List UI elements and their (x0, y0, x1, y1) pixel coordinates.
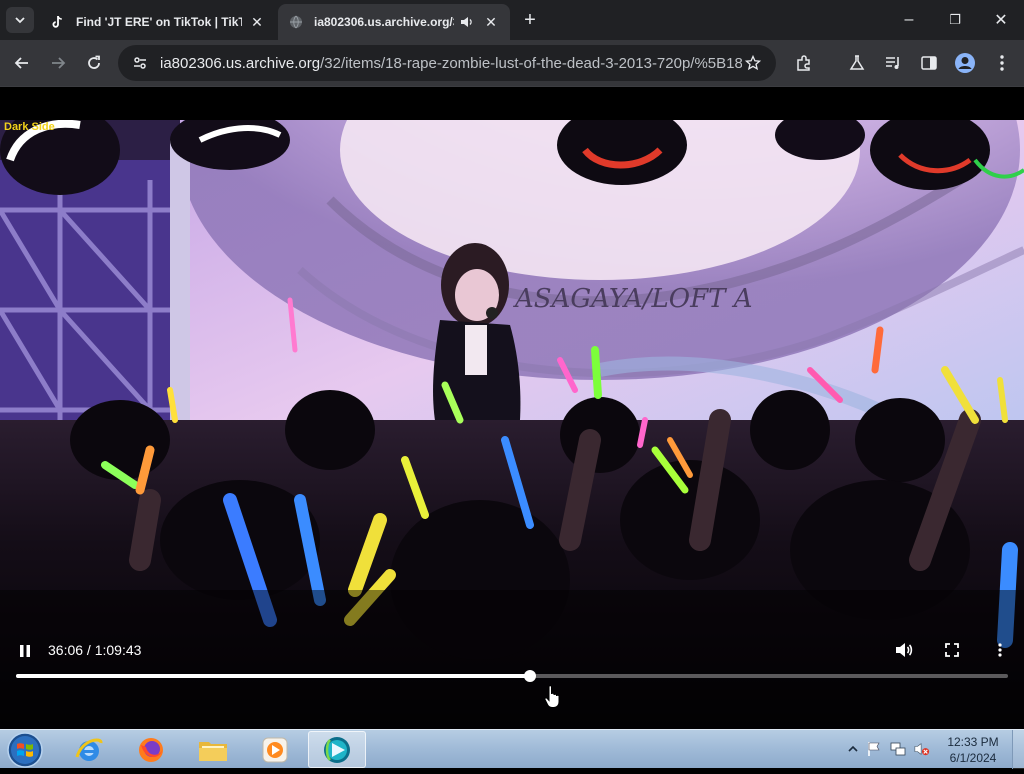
taskbar-media-player[interactable] (246, 731, 304, 768)
browser-toolbar: ia802306.us.archive.org/32/items/18-rape… (0, 40, 1024, 86)
video-page: ASAGAYA/LOFT A Dark Side 36:06 / 1:09:43 (0, 87, 1024, 729)
profile-avatar-icon[interactable] (953, 51, 977, 75)
fullscreen-icon (945, 643, 959, 657)
bookmark-star-icon[interactable] (742, 52, 764, 74)
seek-bar-played (16, 674, 530, 678)
media-control-icon[interactable] (881, 51, 905, 75)
volume-muted-icon[interactable] (914, 741, 930, 757)
extensions-icon[interactable] (792, 51, 816, 75)
hand-cursor-icon (544, 685, 562, 714)
tab-strip: Find 'JT ERE' on TikTok | TikTok ✕ ia802… (0, 0, 1024, 40)
globe-icon (288, 14, 304, 30)
arrow-left-icon (14, 57, 28, 69)
tiktok-icon (50, 14, 66, 30)
more-vert-icon (998, 643, 1002, 657)
new-tab-button[interactable]: + (518, 9, 542, 33)
window-close-button[interactable]: ✕ (978, 0, 1024, 40)
taskbar-firefox[interactable] (122, 731, 180, 768)
taskbar-browser[interactable] (308, 731, 366, 768)
clock-date: 6/1/2024 (949, 751, 997, 765)
more-options-button[interactable] (990, 640, 1010, 660)
close-icon[interactable]: ✕ (482, 13, 500, 31)
pause-icon (20, 645, 30, 657)
url-text: ia802306.us.archive.org/32/items/18-rape… (160, 55, 742, 72)
side-panel-icon[interactable] (917, 51, 941, 75)
show-desktop-button[interactable] (1012, 730, 1024, 769)
fullscreen-button[interactable] (942, 640, 962, 660)
chrome-like-browser-icon (324, 736, 350, 763)
tab-archive-video[interactable]: ia802306.us.archive.org/32 ✕ (278, 4, 510, 40)
arrow-right-icon (52, 57, 66, 69)
url-path: /32/items/18-rape-zombie-lust-of-the-dea… (320, 54, 742, 72)
reload-icon (88, 55, 100, 69)
close-icon[interactable]: ✕ (248, 13, 266, 31)
back-button[interactable] (9, 50, 35, 76)
action-center-flag-icon[interactable] (866, 741, 882, 757)
reload-button[interactable] (81, 50, 107, 76)
tab-tiktok[interactable]: Find 'JT ERE' on TikTok | TikTok ✕ (40, 4, 276, 40)
taskbar-explorer[interactable] (184, 731, 242, 768)
browser-menu-icon[interactable] (990, 51, 1014, 75)
windows-taskbar: 12:33 PM 6/1/2024 (0, 729, 1024, 769)
ie-icon (75, 738, 103, 761)
clock-time: 12:33 PM (947, 735, 999, 749)
video-controls: 36:06 / 1:09:43 (0, 632, 1024, 729)
system-clock[interactable]: 12:33 PM 6/1/2024 (944, 734, 1002, 766)
dark-side-overlay-text: Dark Side (4, 121, 55, 133)
network-icon[interactable] (890, 741, 906, 757)
minimize-button[interactable]: – (886, 0, 932, 40)
url-host: ia802306.us.archive.org (160, 54, 321, 72)
chevron-down-icon (15, 17, 25, 24)
volume-button[interactable] (894, 640, 914, 660)
seek-bar[interactable] (16, 670, 1008, 682)
stage-banner: ASAGAYA/LOFT A (513, 284, 753, 314)
tab-search-button[interactable] (6, 7, 34, 33)
address-bar[interactable]: ia802306.us.archive.org/32/items/18-rape… (118, 45, 776, 81)
forward-button[interactable] (45, 50, 71, 76)
tab-title: ia802306.us.archive.org/32 (314, 15, 454, 29)
maximize-button[interactable]: ❐ (932, 0, 978, 40)
explorer-folder-icon (199, 741, 227, 761)
speaker-icon[interactable] (458, 13, 476, 31)
media-player-icon (262, 737, 288, 762)
seek-bar-thumb[interactable] (523, 670, 536, 682)
start-button[interactable] (6, 731, 44, 769)
labs-flask-icon[interactable] (845, 51, 869, 75)
volume-icon (896, 643, 913, 657)
tray-expand-icon[interactable] (845, 741, 861, 757)
windows-logo-icon (7, 732, 43, 768)
tab-title: Find 'JT ERE' on TikTok | TikTok (76, 15, 242, 29)
time-display: 36:06 / 1:09:43 (48, 642, 142, 658)
pause-button[interactable] (16, 642, 34, 660)
firefox-icon (139, 737, 163, 762)
site-info-icon[interactable] (130, 53, 150, 73)
taskbar-ie[interactable] (60, 731, 118, 768)
